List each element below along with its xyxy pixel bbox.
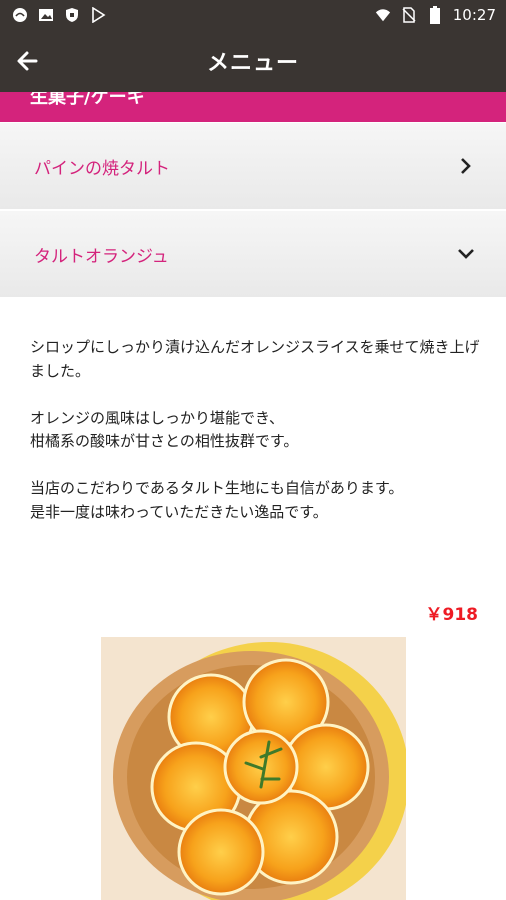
description-paragraph: シロップにしっかり漬け込んだオレンジスライスを乗せて焼き上げました。 bbox=[30, 338, 480, 380]
item-description: シロップにしっかり漬け込んだオレンジスライスを乗せて焼き上げました。 オレンジの… bbox=[30, 336, 480, 548]
wifi-icon bbox=[375, 7, 391, 23]
price-label: ￥918 bbox=[425, 605, 479, 625]
category-label: 生菓子/ケーキ bbox=[30, 92, 145, 108]
menu-item-label: タルトオランジュ bbox=[34, 246, 169, 267]
category-header: 生菓子/ケーキ bbox=[0, 92, 506, 122]
menu-item-tarte-orange[interactable]: タルトオランジュ bbox=[0, 211, 506, 297]
back-button[interactable] bbox=[12, 46, 42, 76]
page-title: メニュー bbox=[206, 51, 299, 76]
image-icon bbox=[38, 7, 54, 23]
product-image bbox=[101, 637, 406, 900]
app-bar: メニュー bbox=[0, 30, 506, 92]
play-store-icon bbox=[90, 7, 106, 23]
menu-item-pine-tart[interactable]: パインの焼タルト bbox=[0, 123, 506, 211]
description-paragraph: オレンジの風味はしっかり堪能でき、 柑橘系の酸味が甘さとの相性抜群です。 bbox=[30, 408, 299, 451]
status-bar: 10:27 bbox=[0, 0, 506, 30]
shield-icon bbox=[64, 7, 80, 23]
chevron-down-icon bbox=[456, 244, 476, 264]
menu-item-label: パインの焼タルト bbox=[34, 158, 170, 179]
no-sim-icon bbox=[401, 7, 417, 23]
battery-icon bbox=[427, 6, 443, 24]
weather-icon bbox=[12, 7, 28, 23]
description-paragraph: 当店のこだわりであるタルト生地にも自信があります。 是非一度は味わっていただきた… bbox=[30, 479, 404, 521]
back-arrow-icon bbox=[17, 51, 38, 71]
chevron-right-icon bbox=[456, 156, 476, 176]
status-time: 10:27 bbox=[452, 6, 496, 24]
